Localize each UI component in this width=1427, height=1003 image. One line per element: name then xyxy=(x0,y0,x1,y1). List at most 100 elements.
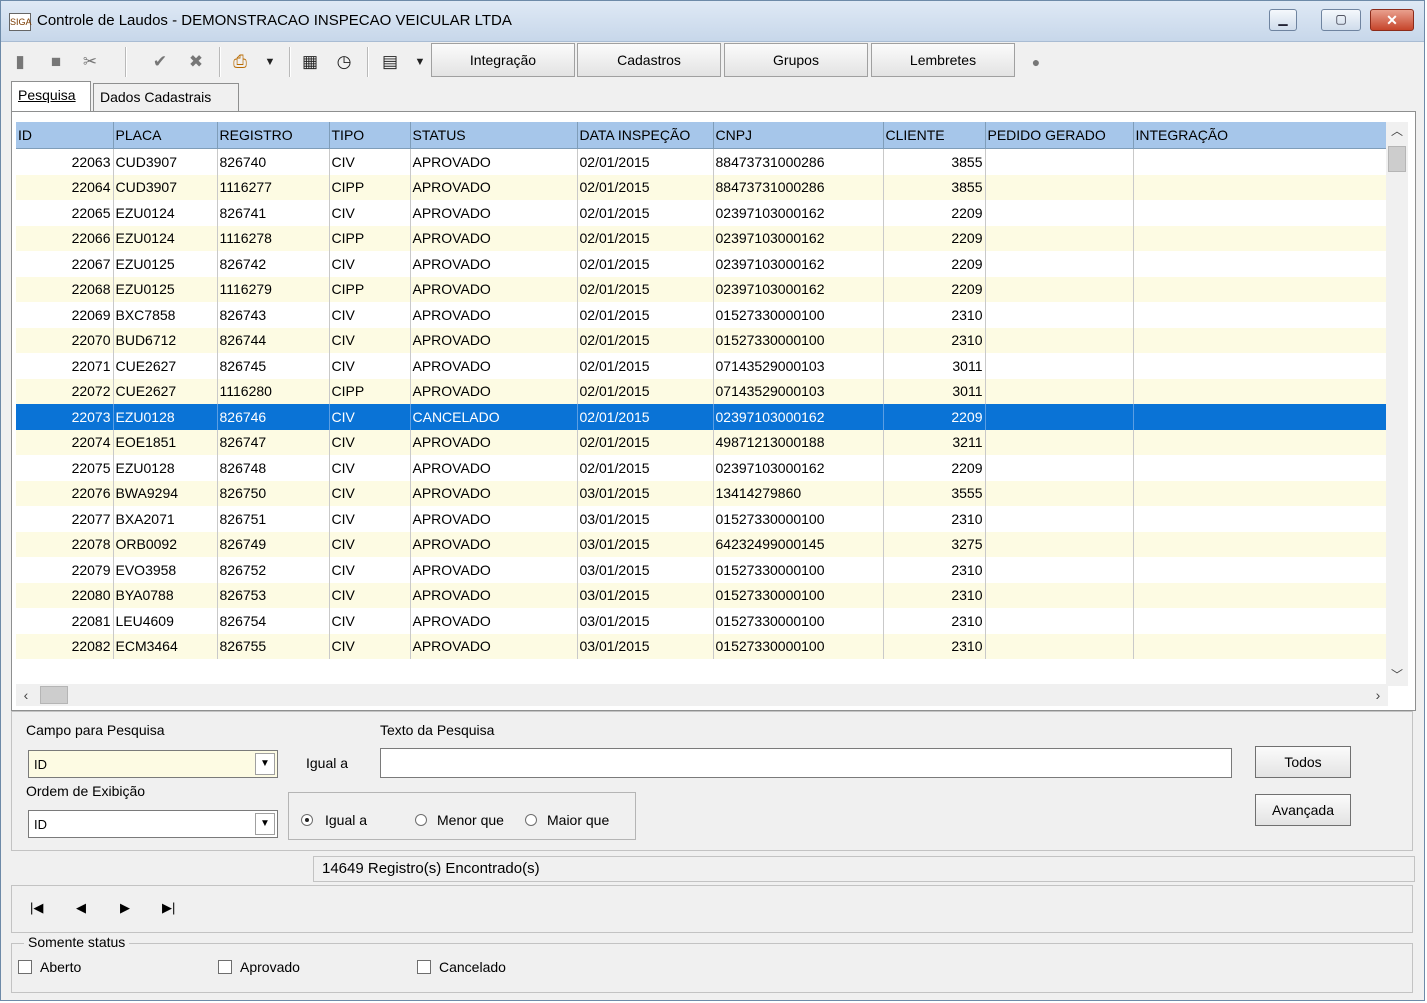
radio-igual-a-label[interactable]: Igual a xyxy=(325,812,367,828)
cadastros-button[interactable]: Cadastros xyxy=(577,43,721,77)
todos-button[interactable]: Todos xyxy=(1255,746,1351,778)
window-list-icon[interactable]: ▤ xyxy=(379,51,401,73)
horizontal-scrollbar[interactable]: ‹ › xyxy=(16,684,1388,706)
table-row[interactable]: 22078 ORB0092 826749 CIV APROVADO 03/01/2015 6… xyxy=(16,531,1388,557)
table-cell: 826744 xyxy=(217,327,330,353)
scroll-up-icon[interactable]: ︿ xyxy=(1386,122,1408,142)
table-cell: CIV xyxy=(329,327,411,353)
horizontal-scroll-thumb[interactable] xyxy=(40,686,68,704)
avancada-button[interactable]: Avançada xyxy=(1255,794,1351,826)
table-cell: 02397103000162 xyxy=(713,455,884,481)
scroll-right-icon[interactable]: › xyxy=(1368,684,1388,706)
column-header[interactable]: PLACA xyxy=(113,122,218,149)
cancelado-checkbox[interactable] xyxy=(417,960,431,974)
vertical-scrollbar[interactable]: ︿ ﹀ xyxy=(1386,122,1408,686)
next-record-icon[interactable]: ▶ xyxy=(120,900,130,916)
radio-menor-que[interactable] xyxy=(415,814,427,826)
table-row[interactable]: 22080 BYA0788 826753 CIV APROVADO 03/01/2015 0… xyxy=(16,582,1388,608)
table-cell: 03/01/2015 xyxy=(577,557,714,583)
confirm-check-icon[interactable]: ✔ xyxy=(149,51,171,73)
table-cell: CIV xyxy=(329,455,411,481)
radio-menor-que-label[interactable]: Menor que xyxy=(437,812,504,828)
integracao-button[interactable]: Integração xyxy=(431,43,575,77)
table-row[interactable]: 22068 EZU0125 1116279 CIPP APROVADO 02/01/201… xyxy=(16,276,1388,302)
clock-calendar-icon[interactable]: ◷ xyxy=(333,51,355,73)
table-row[interactable]: 22074 EOE1851 826747 CIV APROVADO 02/01/2015 4… xyxy=(16,429,1388,455)
column-header[interactable]: CLIENTE xyxy=(883,122,986,149)
cancel-x-icon[interactable]: ✖ xyxy=(185,51,207,73)
table-row[interactable]: 22069 BXC7858 826743 CIV APROVADO 02/01/2015 0… xyxy=(16,302,1388,328)
texto-pesquisa-input[interactable] xyxy=(380,748,1232,778)
table-cell: CUD3907 xyxy=(113,174,218,200)
radio-maior-que[interactable] xyxy=(525,814,537,826)
scroll-down-icon[interactable]: ﹀ xyxy=(1386,666,1408,686)
table-cell xyxy=(985,148,1134,175)
table-row[interactable]: 22073 EZU0128 826746 CIV CANCELADO 02/01/2015… xyxy=(16,404,1388,430)
new-document-icon[interactable]: ▮ xyxy=(9,51,31,73)
previous-record-icon[interactable]: ◀ xyxy=(76,900,86,916)
table-cell: EZU0125 xyxy=(113,276,218,302)
table-row[interactable]: 22066 EZU0124 1116278 CIPP APROVADO 02/01/201… xyxy=(16,225,1388,251)
minimize-button[interactable]: ▁ xyxy=(1269,9,1297,31)
ordem-exibicao-select[interactable]: ID ▼ xyxy=(28,810,278,838)
aprovado-label[interactable]: Aprovado xyxy=(240,959,300,975)
column-header[interactable]: ID xyxy=(16,122,114,149)
chevron-down-icon[interactable]: ▼ xyxy=(255,813,275,835)
table-cell xyxy=(985,404,1134,430)
maximize-button[interactable]: ▢ xyxy=(1321,9,1361,31)
vertical-scroll-thumb[interactable] xyxy=(1388,146,1406,172)
table-cell: 22082 xyxy=(16,633,114,659)
cancelado-label[interactable]: Cancelado xyxy=(439,959,506,975)
table-row[interactable]: 22076 BWA9294 826750 CIV APROVADO 03/01/2015 1… xyxy=(16,480,1388,506)
grupos-button[interactable]: Grupos xyxy=(724,43,868,77)
lembretes-button[interactable]: Lembretes xyxy=(871,43,1015,77)
table-row[interactable]: 22067 EZU0125 826742 CIV APROVADO 02/01/2015 0… xyxy=(16,251,1388,277)
table-row[interactable]: 22077 BXA2071 826751 CIV APROVADO 03/01/2015 0… xyxy=(16,506,1388,532)
table-row[interactable]: 22079 EVO3958 826752 CIV APROVADO 03/01/2015 0… xyxy=(16,557,1388,583)
table-cell: APROVADO xyxy=(410,327,578,353)
table-row[interactable]: 22064 CUD3907 1116277 CIPP APROVADO 02/01/201… xyxy=(16,174,1388,200)
table-row[interactable]: 22071 CUE2627 826745 CIV APROVADO 02/01/2015 0… xyxy=(16,353,1388,379)
column-header[interactable]: INTEGRAÇÃO xyxy=(1133,122,1388,149)
table-cell: 3211 xyxy=(883,429,986,455)
table-row[interactable]: 22081 LEU4609 826754 CIV APROVADO 03/01/2015 0… xyxy=(16,608,1388,634)
column-header[interactable]: CNPJ xyxy=(713,122,884,149)
last-record-icon[interactable]: ▶| xyxy=(162,900,175,916)
column-header[interactable]: STATUS xyxy=(410,122,578,149)
table-row[interactable]: 22063 CUD3907 826740 CIV APROVADO 02/01/2015 8… xyxy=(16,148,1388,175)
window-list-dropdown-arrow-icon[interactable]: ▼ xyxy=(409,51,431,73)
aberto-label[interactable]: Aberto xyxy=(40,959,81,975)
column-header[interactable]: DATA INSPEÇÃO xyxy=(577,122,714,149)
table-cell: 3855 xyxy=(883,174,986,200)
scroll-left-icon[interactable]: ‹ xyxy=(16,684,36,706)
table-row[interactable]: 22075 EZU0128 826748 CIV APROVADO 02/01/2015 0… xyxy=(16,455,1388,481)
table-row[interactable]: 22082 ECM3464 826755 CIV APROVADO 03/01/2015 0… xyxy=(16,633,1388,659)
table-cell: 826748 xyxy=(217,455,330,481)
tab-dados-cadastrais-label: Dados Cadastrais xyxy=(100,89,212,105)
column-header[interactable]: TIPO xyxy=(329,122,411,149)
tab-pesquisa[interactable]: Pesquisa xyxy=(11,81,91,111)
tab-dados-cadastrais[interactable]: Dados Cadastrais xyxy=(93,83,239,111)
first-record-icon[interactable]: |◀ xyxy=(30,900,43,916)
table-row[interactable]: 22070 BUD6712 826744 CIV APROVADO 02/01/2015 0… xyxy=(16,327,1388,353)
printer-icon[interactable]: ⎙ xyxy=(229,51,251,73)
table-cell: 49871213000188 xyxy=(713,429,884,455)
campo-pesquisa-select[interactable]: ID ▼ xyxy=(28,750,278,778)
printer-dropdown-arrow-icon[interactable]: ▼ xyxy=(259,51,281,73)
table-cell: APROVADO xyxy=(410,378,578,404)
table-row[interactable]: 22065 EZU0124 826741 CIV APROVADO 02/01/2015 0… xyxy=(16,200,1388,226)
radio-igual-a[interactable] xyxy=(301,814,313,826)
radio-maior-que-label[interactable]: Maior que xyxy=(547,812,609,828)
aberto-checkbox[interactable] xyxy=(18,960,32,974)
chevron-down-icon[interactable]: ▼ xyxy=(255,753,275,775)
results-grid[interactable]: ID PLACA REGISTRO TIPO STATUS DATA INSPEÇÃO CN… xyxy=(16,122,1388,662)
calculator-icon[interactable]: ▦ xyxy=(299,51,321,73)
table-cell: 22066 xyxy=(16,225,114,251)
table-row[interactable]: 22072 CUE2627 1116280 CIPP APROVADO 02/01/201… xyxy=(16,378,1388,404)
column-header[interactable]: REGISTRO xyxy=(217,122,330,149)
aprovado-checkbox[interactable] xyxy=(218,960,232,974)
save-icon[interactable]: ■ xyxy=(45,51,67,73)
close-button[interactable]: ✕ xyxy=(1370,9,1414,31)
column-header[interactable]: PEDIDO GERADO xyxy=(985,122,1134,149)
cut-icon[interactable]: ✂ xyxy=(79,51,101,73)
